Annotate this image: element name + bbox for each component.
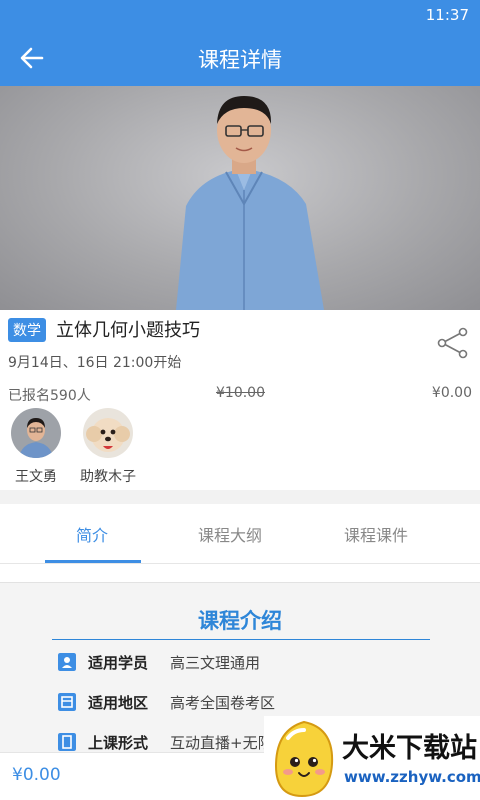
section-divider [0, 490, 480, 504]
course-cover-image [0, 86, 480, 310]
intro-divider [52, 639, 430, 640]
intro-label: 适用地区 [88, 694, 149, 712]
intro-label: 上课形式 [88, 734, 149, 752]
watermark: 大米下载站 www.zzhyw.com [264, 716, 480, 800]
teacher-name: 助教木子 [80, 469, 136, 485]
class-format-icon [58, 733, 76, 751]
course-info: 数学 立体几何小题技巧 9月14日、16日 21:00开始 已报名590人 ¥1… [0, 310, 480, 490]
tab-indicator [45, 560, 141, 563]
region-icon [58, 693, 76, 711]
teacher-item[interactable]: 王文勇 [6, 408, 66, 486]
page-title: 课程详情 [198, 48, 282, 72]
avatar [11, 408, 61, 458]
course-title: 立体几何小题技巧 [56, 320, 200, 341]
original-price: ¥10.00 [216, 385, 265, 401]
course-schedule: 9月14日、16日 21:00开始 [8, 355, 182, 371]
status-time: 11:37 [425, 6, 469, 24]
watermark-name: 大米下载站 [342, 733, 477, 764]
teacher-photo [176, 96, 324, 310]
intro-value: 高考全国卷考区 [170, 694, 276, 712]
tab-materials[interactable]: 课程课件 [344, 522, 408, 546]
tab-intro[interactable]: 简介 [76, 522, 108, 546]
tab-outline[interactable]: 课程大纲 [198, 522, 262, 546]
course-price: ¥0.00 [431, 385, 472, 401]
intro-value: 互动直播+无限 [170, 734, 273, 752]
tab-bar: 简介 课程大纲 课程课件 [0, 504, 480, 564]
share-icon[interactable] [436, 326, 470, 360]
enrolled-count: 已报名590人 [8, 388, 91, 404]
intro-title: 课程介绍 [198, 609, 282, 633]
mascot-logo [274, 720, 334, 798]
avatar [83, 408, 133, 458]
teacher-name: 王文勇 [15, 469, 57, 485]
intro-value: 高三文理通用 [170, 654, 261, 672]
user-icon [58, 653, 76, 671]
teacher-item[interactable]: 助教木子 [74, 408, 142, 486]
watermark-url: www.zzhyw.com [344, 768, 480, 786]
bottom-price: ¥0.00 [12, 765, 61, 785]
status-bar: 11:37 [0, 0, 480, 30]
app-bar: 课程详情 [0, 30, 480, 86]
intro-label: 适用学员 [88, 654, 149, 672]
subject-tag: 数学 [8, 318, 46, 342]
